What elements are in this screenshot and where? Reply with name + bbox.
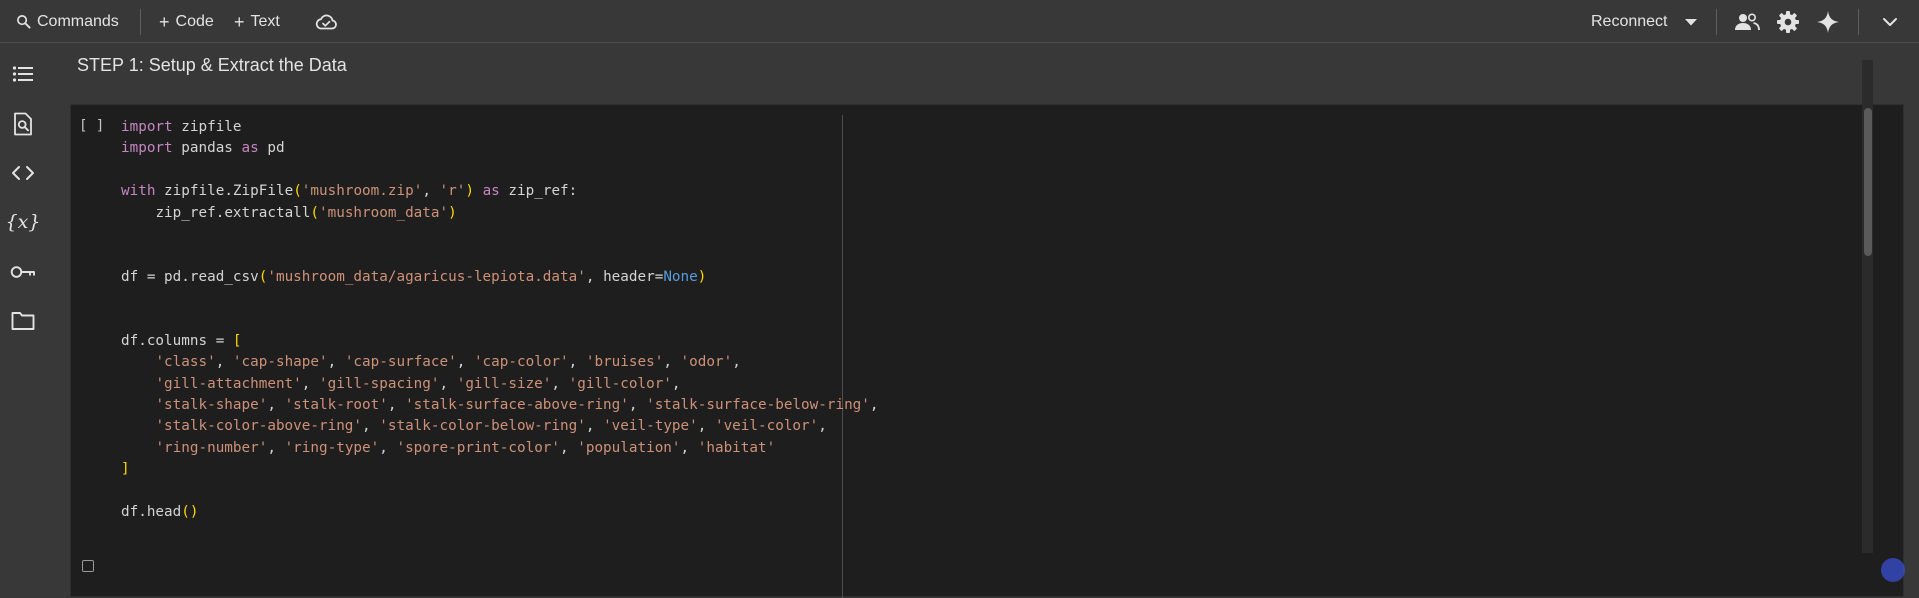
code-editor[interactable]: import zipfile import pandas as pd with z… — [121, 117, 879, 523]
add-text-label: Text — [250, 12, 280, 30]
section-heading: STEP 1: Setup & Extract the Data — [77, 55, 347, 75]
cell-checkbox-icon[interactable] — [82, 560, 94, 572]
top-toolbar: Commands + Code + Text Reconnect — [0, 0, 1919, 43]
add-code-label: Code — [175, 12, 214, 30]
folder-icon[interactable] — [10, 308, 36, 334]
plus-icon: + — [159, 11, 170, 32]
code-line: 'class', 'cap-shape', 'cap-surface', 'ca… — [155, 354, 741, 371]
cloud-sync-icon[interactable] — [314, 0, 338, 43]
add-text-button[interactable]: + Text — [234, 0, 280, 43]
gear-icon[interactable] — [1776, 0, 1800, 43]
code-line: 'gill-attachment', 'gill-spacing', 'gill… — [155, 375, 681, 392]
runtime-menu-chevron-icon[interactable] — [1684, 0, 1698, 43]
people-icon[interactable] — [1734, 0, 1760, 43]
code-cell[interactable]: [ ] import zipfile import pandas as pd wi… — [70, 104, 1904, 598]
key-icon[interactable] — [10, 259, 36, 285]
run-cell-button[interactable]: [ ] — [79, 118, 104, 134]
search-icon — [16, 14, 31, 29]
add-code-button[interactable]: + Code — [159, 0, 214, 43]
code-line: 'stalk-color-above-ring', 'stalk-color-b… — [155, 418, 827, 435]
toolbar-divider — [1716, 9, 1717, 35]
code-line: df.columns = [ — [121, 332, 242, 349]
code-line: import pandas as pd — [121, 140, 285, 157]
left-sidebar: {x} — [0, 44, 46, 566]
sparkle-icon[interactable] — [1816, 0, 1840, 43]
find-in-page-icon[interactable] — [10, 111, 36, 137]
code-line: import zipfile — [121, 119, 242, 135]
assistant-fab-icon[interactable] — [1881, 558, 1905, 582]
reconnect-button[interactable]: Reconnect — [1591, 0, 1668, 43]
toolbar-divider — [1858, 9, 1859, 35]
code-line: with zipfile.ZipFile('mushroom.zip', 'r'… — [121, 183, 578, 200]
code-brackets-icon[interactable] — [10, 160, 36, 186]
code-line: zip_ref.extractall('mushroom_data') — [155, 204, 457, 221]
code-line: 'ring-number', 'ring-type', 'spore-print… — [155, 439, 776, 456]
chevron-down-icon[interactable] — [1882, 0, 1898, 43]
reconnect-label: Reconnect — [1591, 12, 1668, 30]
code-line: 'stalk-shape', 'stalk-root', 'stalk-surf… — [155, 397, 879, 414]
notebook-area: STEP 1: Setup & Extract the Data [ ] imp… — [46, 44, 1919, 598]
toolbar-divider — [140, 9, 141, 35]
code-line: df = pd.read_csv('mushroom_data/agaricus… — [121, 268, 707, 285]
table-of-contents-icon[interactable] — [10, 61, 36, 87]
code-line: df.head() — [121, 504, 199, 521]
variables-icon[interactable]: {x} — [6, 209, 41, 235]
commands-label: Commands — [37, 12, 119, 30]
plus-icon: + — [234, 11, 245, 32]
code-line: ] — [121, 461, 130, 478]
commands-button[interactable]: Commands — [16, 0, 119, 43]
scrollbar-thumb[interactable] — [1864, 108, 1872, 256]
